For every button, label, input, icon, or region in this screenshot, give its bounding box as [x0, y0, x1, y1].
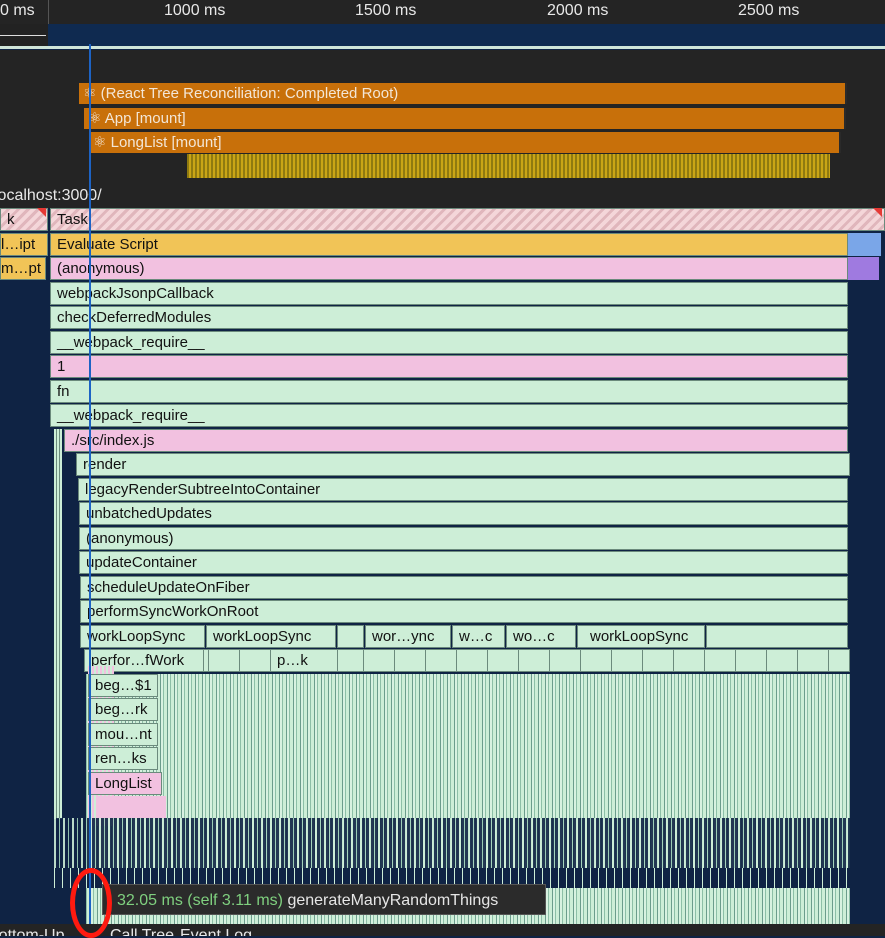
- bottom-tabs: Bottom-Up Call Tree Event Log: [0, 924, 885, 936]
- tooltip-time: 32.05 ms (self 3.11 ms): [117, 892, 283, 909]
- checkdeferredmodules-frame[interactable]: checkDeferredModules: [50, 306, 848, 329]
- purple-frame[interactable]: [848, 257, 879, 280]
- react-tree-reconciliation-bar[interactable]: ⚛ (React Tree Reconciliation: Completed …: [79, 83, 847, 104]
- tab-bottom-up[interactable]: Bottom-Up: [0, 927, 64, 936]
- updatecontainer-frame[interactable]: updateContainer: [79, 551, 848, 574]
- anonymous-frame-2[interactable]: (anonymous): [79, 527, 848, 550]
- anonymous-frame[interactable]: (anonymous): [50, 257, 848, 280]
- unbatchedupdates-frame[interactable]: unbatchedUpdates: [79, 502, 848, 525]
- timings-track: ⚛ (React Tree Reconciliation: Completed …: [0, 50, 885, 184]
- task-frame[interactable]: Task: [50, 208, 885, 231]
- ruler-label-2000: 2000 ms: [547, 2, 609, 19]
- app-mount-bar[interactable]: ⚛ App [mount]: [84, 108, 846, 129]
- longlist-child-frame[interactable]: [98, 796, 166, 818]
- ruler-tick: [48, 0, 49, 24]
- longlist-frame[interactable]: LongList: [88, 772, 162, 795]
- overview-baseline: [0, 46, 885, 49]
- performunitofwork-frame[interactable]: p…k: [270, 649, 338, 672]
- long-task-marker: [873, 208, 882, 217]
- scheduleupdateonfiber-frame[interactable]: scheduleUpdateOnFiber: [80, 576, 848, 599]
- frame-tooltip: 32.05 ms (self 3.11 ms) generateManyRand…: [102, 884, 546, 915]
- workloopsync-frame[interactable]: wor…ync: [365, 625, 451, 648]
- main-thread-header[interactable]: localhost:3000/: [0, 184, 885, 208]
- webpack-require-frame[interactable]: __webpack_require__: [50, 331, 848, 354]
- left-eval-frame[interactable]: l…ipt: [0, 233, 48, 256]
- tooltip-function-name: generateManyRandomThings: [287, 892, 499, 909]
- ruler-label-1000: 1000 ms: [164, 2, 226, 19]
- performsyncworkonroot-frame[interactable]: performSyncWorkOnRoot: [80, 600, 848, 623]
- mountindeterminate-frame[interactable]: mou…nt: [88, 723, 158, 746]
- render-frame[interactable]: render: [76, 453, 850, 476]
- src-index-frame[interactable]: ./src/index.js: [64, 429, 848, 452]
- tab-event-log[interactable]: Event Log: [180, 927, 252, 936]
- narrow-frames: [54, 429, 62, 819]
- playhead-cursor: [89, 44, 91, 936]
- timing-events-stripe: [187, 154, 830, 178]
- left-frame-label: m…pt: [1, 260, 42, 277]
- main-thread-url: localhost:3000/: [0, 187, 102, 204]
- ruler-label-0: 0 ms: [0, 2, 35, 19]
- fn-frame[interactable]: fn: [50, 380, 848, 403]
- blue-frame[interactable]: [848, 233, 881, 256]
- ruler-label-2500: 2500 ms: [738, 2, 800, 19]
- longlist-mount-bar[interactable]: ⚛ LongList [mount]: [89, 132, 841, 153]
- workloopsync-frame[interactable]: workLoopSync: [80, 625, 205, 648]
- webpack-require-frame-2[interactable]: __webpack_require__: [50, 404, 848, 427]
- long-task-marker: [37, 208, 46, 217]
- left-frame-label: k: [7, 211, 15, 228]
- workloopsync-frame[interactable]: w…c: [452, 625, 505, 648]
- left-compile-frame[interactable]: m…pt: [0, 257, 46, 280]
- beginwork-frame[interactable]: beg…$1: [88, 674, 158, 697]
- tab-call-tree[interactable]: Call Tree: [110, 927, 174, 936]
- workloopsync-frame[interactable]: wo…c: [506, 625, 576, 648]
- overview-selection[interactable]: [0, 24, 48, 48]
- workloopsync-frame[interactable]: workLoopSync: [577, 625, 705, 648]
- legacyrender-frame[interactable]: legacyRenderSubtreeIntoContainer: [78, 478, 848, 501]
- workloopsync-frame[interactable]: workLoopSync: [206, 625, 336, 648]
- workloopsync-frame-small[interactable]: [337, 625, 364, 648]
- highlight-circle: [70, 868, 112, 938]
- time-ruler: 0 ms 1000 ms 1500 ms 2000 ms 2500 ms: [0, 0, 885, 24]
- overview-strip[interactable]: [0, 24, 885, 48]
- beginwork-frame-2[interactable]: beg…rk: [88, 698, 158, 721]
- ruler-label-1500: 1500 ms: [355, 2, 417, 19]
- module-1-frame[interactable]: 1: [50, 355, 848, 378]
- webpackjsonpcallback-frame[interactable]: webpackJsonpCallback: [50, 282, 848, 305]
- flame-chart[interactable]: k l…ipt m…pt Task Evaluate Script (anony…: [0, 208, 885, 936]
- renderwithhooks-frame[interactable]: ren…ks: [88, 747, 158, 770]
- workloopsync-frame-tail[interactable]: [706, 625, 848, 648]
- evaluate-script-frame[interactable]: Evaluate Script: [50, 233, 848, 256]
- left-frame-label: l…ipt: [1, 236, 36, 253]
